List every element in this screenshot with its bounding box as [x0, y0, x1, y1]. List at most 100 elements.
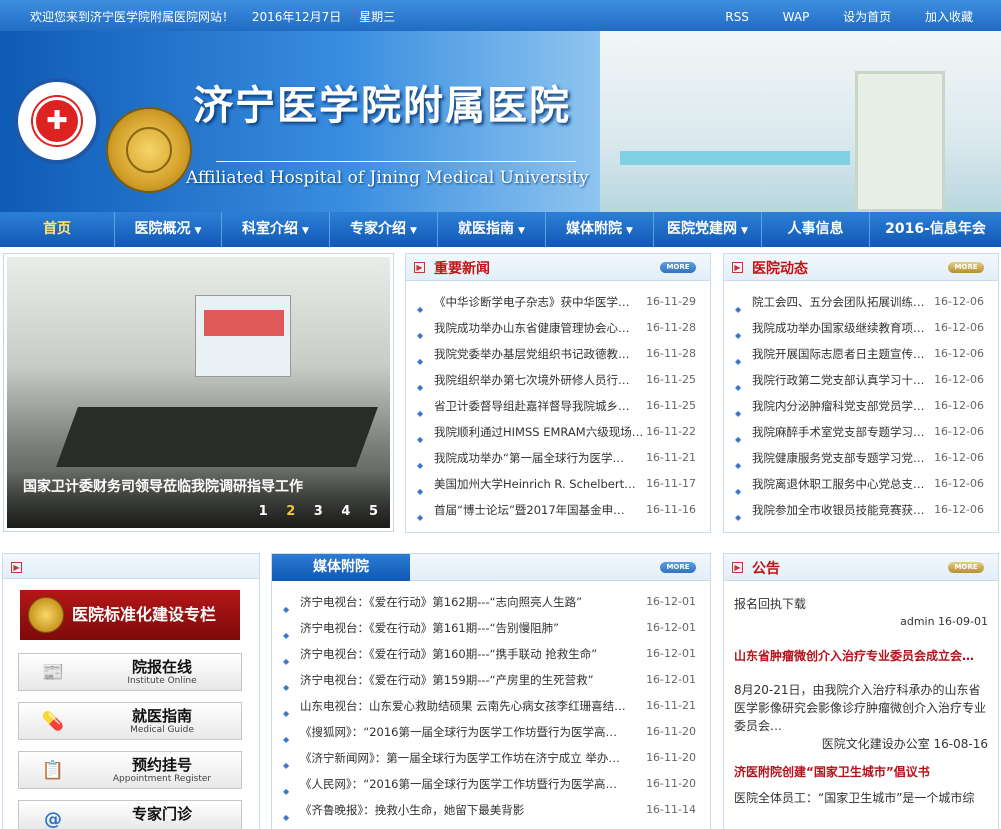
news-title[interactable]: 我院健康服务党支部专题学习党…	[752, 445, 934, 471]
list-item[interactable]: ◆ 济宁电视台：《爱在行动》第161期---“告别慢阻肺” 16-12-01	[272, 615, 710, 641]
list-item[interactable]: ◆ 我院成功举办国家级继续教育项… 16-12-06	[724, 315, 998, 341]
important-news-panel: ▶ 重要新闻 MORE ◆ 《中华诊断学电子杂志》获中华医学… 16-11-29 ◆ 我…	[405, 253, 711, 533]
news-title[interactable]: 济宁电视台：《爱在行动》第161期---“告别慢阻肺”	[300, 615, 640, 641]
list-item[interactable]: ◆ 我院顺利通过HIMSS EMRAM六级现场认证 16-11-22	[406, 419, 710, 445]
list-item[interactable]: ◆ 济宁电视台：《爱在行动》第162期---“志向照亮人生路” 16-12-01	[272, 589, 710, 615]
more-button[interactable]: MORE	[948, 562, 984, 573]
list-item[interactable]: ◆ 《中华诊断学电子杂志》获中华医学… 16-11-29	[406, 289, 710, 315]
list-item[interactable]: ◆ 我院党委举办基层党组织书记政德教… 16-11-28	[406, 341, 710, 367]
news-title[interactable]: 我院内分泌肿瘤科党支部党员学…	[752, 393, 934, 419]
list-item[interactable]: ◆ 美国加州大学Heinrich R. Schelbert… 16-11-17	[406, 471, 710, 497]
list-item[interactable]: ◆ 《济宁新闻网》：第一届全球行为医学工作坊在济宁成立 举办… 16-11-20	[272, 745, 710, 771]
nav-experts[interactable]: 专家介绍 ▼	[330, 212, 438, 247]
list-item[interactable]: ◆ 我院成功举办山东省健康管理协会心… 16-11-28	[406, 315, 710, 341]
news-title[interactable]: 美国加州大学Heinrich R. Schelbert…	[434, 471, 646, 497]
list-item[interactable]: ◆ 《齐鲁晚报》：挽救小生命，她留下最美背影 16-11-14	[272, 797, 710, 823]
nav-home[interactable]: 首页	[0, 212, 115, 247]
nav-label: 就医指南	[458, 221, 515, 237]
media-tab[interactable]: 媒体附院	[272, 554, 410, 581]
news-date: 16-11-25	[646, 373, 696, 386]
slider-page-3[interactable]: 3	[314, 504, 323, 519]
expert-outpatient-button[interactable]: @ 专家门诊	[18, 800, 242, 829]
notice-link-3[interactable]: 济医附院创建“国家卫生城市”倡议书	[734, 763, 988, 781]
news-title[interactable]: 《济宁新闻网》：第一届全球行为医学工作坊在济宁成立 举办…	[300, 745, 640, 771]
slider-page-1[interactable]: 1	[259, 504, 268, 519]
list-item[interactable]: ◆ 山东电视台：山东爱心救助结硕果 云南先心病女孩李红珊喜结… 16-11-21	[272, 693, 710, 719]
medical-guide-button[interactable]: 💊 就医指南 Medical Guide	[18, 702, 242, 740]
list-item[interactable]: ◆ 我院离退休职工服务中心党总支… 16-12-06	[724, 471, 998, 497]
news-title[interactable]: 省卫计委督导组赴嘉祥督导我院城乡…	[434, 393, 646, 419]
list-item[interactable]: ◆ 省卫计委督导组赴嘉祥督导我院城乡… 16-11-25	[406, 393, 710, 419]
list-item[interactable]: ◆ 首届“博士论坛”暨2017年国基金申… 16-11-16	[406, 497, 710, 523]
news-title[interactable]: 我院成功举办山东省健康管理协会心…	[434, 315, 646, 341]
nav-guide[interactable]: 就医指南 ▼	[438, 212, 546, 247]
news-date: 16-12-01	[646, 621, 696, 634]
more-button[interactable]: MORE	[660, 262, 696, 273]
news-title[interactable]: 我院行政第二党支部认真学习十…	[752, 367, 934, 393]
news-date: 16-12-06	[934, 503, 984, 516]
news-title[interactable]: 济宁电视台：《爱在行动》第159期---“产房里的生死营救”	[300, 667, 640, 693]
photo-slider[interactable]: 国家卫计委财务司领导莅临我院调研指导工作 1 2 3 4 5	[3, 253, 394, 532]
news-title[interactable]: 我院顺利通过HIMSS EMRAM六级现场认证	[434, 419, 646, 445]
set-homepage-link[interactable]: 设为首页	[843, 10, 891, 24]
slider-page-4[interactable]: 4	[341, 504, 350, 519]
list-item[interactable]: ◆ 我院内分泌肿瘤科党支部党员学… 16-12-06	[724, 393, 998, 419]
nav-departments[interactable]: 科室介绍 ▼	[222, 212, 330, 247]
list-item[interactable]: ◆ 我院开展国际志愿者日主题宣传… 16-12-06	[724, 341, 998, 367]
rss-link[interactable]: RSS	[725, 10, 749, 24]
news-title[interactable]: 院工会四、五分会团队拓展训练…	[752, 289, 934, 315]
wap-link[interactable]: WAP	[783, 10, 810, 24]
notice-link-2[interactable]: 山东省肿瘤微创介入治疗专业委员会成立会…	[734, 647, 988, 665]
news-title[interactable]: 我院麻醉手术室党支部专题学习…	[752, 419, 934, 445]
more-button[interactable]: MORE	[948, 262, 984, 273]
news-title[interactable]: 首届“博士论坛”暨2017年国基金申…	[434, 497, 646, 523]
nav-annual-meeting[interactable]: 2016-信息年会	[870, 212, 1001, 247]
news-title[interactable]: 《搜狐网》：“2016第一届全球行为医学工作坊暨行为医学高…	[300, 719, 640, 745]
bullet-icon: ◆	[283, 813, 290, 822]
list-item[interactable]: ◆ 我院组织举办第七次境外研修人员行… 16-11-25	[406, 367, 710, 393]
slider-page-5[interactable]: 5	[369, 504, 378, 519]
list-item[interactable]: ◆ 我院行政第二党支部认真学习十… 16-12-06	[724, 367, 998, 393]
news-title[interactable]: 《中华诊断学电子杂志》获中华医学…	[434, 289, 646, 315]
slider-page-2[interactable]: 2	[286, 504, 295, 519]
list-item[interactable]: ◆ 济宁电视台：《爱在行动》第160期---“携手联动 抢救生命” 16-12-01	[272, 641, 710, 667]
list-item[interactable]: ◆ 我院健康服务党支部专题学习党… 16-12-06	[724, 445, 998, 471]
bullet-icon: ◆	[417, 513, 424, 522]
news-title[interactable]: 我院开展国际志愿者日主题宣传…	[752, 341, 934, 367]
news-date: 16-12-06	[934, 295, 984, 308]
news-title[interactable]: 《齐鲁晚报》：挽救小生命，她留下最美背影	[300, 797, 640, 823]
list-item[interactable]: ◆ 济宁电视台：《爱在行动》第159期---“产房里的生死营救” 16-12-01	[272, 667, 710, 693]
news-title[interactable]: 我院组织举办第七次境外研修人员行…	[434, 367, 646, 393]
news-title[interactable]: 我院成功举办国家级继续教育项…	[752, 315, 934, 341]
news-title[interactable]: 我院党委举办基层党组织书记政德教…	[434, 341, 646, 367]
list-item[interactable]: ◆ 《人民网》：“2016第一届全球行为医学工作坊暨行为医学高… 16-11-20	[272, 771, 710, 797]
more-button[interactable]: MORE	[660, 562, 696, 573]
nav-hr[interactable]: 人事信息	[762, 212, 870, 247]
news-title[interactable]: 我院参加全市收银员技能竞赛获…	[752, 497, 934, 523]
list-item[interactable]: ◆ 院工会四、五分会团队拓展训练… 16-12-06	[724, 289, 998, 315]
nav-media[interactable]: 媒体附院 ▼	[546, 212, 654, 247]
list-item[interactable]: ◆ 我院麻醉手术室党支部专题学习… 16-12-06	[724, 419, 998, 445]
nav-party[interactable]: 医院党建网 ▼	[654, 212, 762, 247]
news-title[interactable]: 我院离退休职工服务中心党总支…	[752, 471, 934, 497]
news-title[interactable]: 山东电视台：山东爱心救助结硕果 云南先心病女孩李红珊喜结…	[300, 693, 640, 719]
notice-link-1[interactable]: 报名回执下载	[734, 595, 988, 613]
list-item[interactable]: ◆ 《搜狐网》：“2016第一届全球行为医学工作坊暨行为医学高… 16-11-20	[272, 719, 710, 745]
newspaper-online-button[interactable]: 📰 院报在线 Institute Online	[18, 653, 242, 691]
news-title[interactable]: 《人民网》：“2016第一届全球行为医学工作坊暨行为医学高…	[300, 771, 640, 797]
nav-label: 科室介绍	[242, 221, 299, 237]
newspaper-icon: 📰	[41, 662, 65, 683]
news-title[interactable]: 济宁电视台：《爱在行动》第162期---“志向照亮人生路”	[300, 589, 640, 615]
add-favorite-link[interactable]: 加入收藏	[925, 10, 973, 24]
list-item[interactable]: ◆ 我院参加全市收银员技能竞赛获… 16-12-06	[724, 497, 998, 523]
slider-caption[interactable]: 国家卫计委财务司领导莅临我院调研指导工作	[23, 476, 303, 496]
panel-header: 媒体附院 MORE	[272, 554, 710, 581]
appointment-button[interactable]: 📋 预约挂号 Appointment Register	[18, 751, 242, 789]
slider-photo[interactable]: 国家卫计委财务司领导莅临我院调研指导工作 1 2 3 4 5	[7, 257, 390, 528]
news-title[interactable]: 我院成功举办“第一届全球行为医学…	[434, 445, 646, 471]
news-title[interactable]: 济宁电视台：《爱在行动》第160期---“携手联动 抢救生命”	[300, 641, 640, 667]
hospital-logo-icon[interactable]: ✚	[14, 78, 100, 164]
nav-overview[interactable]: 医院概况 ▼	[115, 212, 222, 247]
standardization-banner[interactable]: 医院标准化建设专栏	[20, 590, 240, 640]
list-item[interactable]: ◆ 我院成功举办“第一届全球行为医学… 16-11-21	[406, 445, 710, 471]
